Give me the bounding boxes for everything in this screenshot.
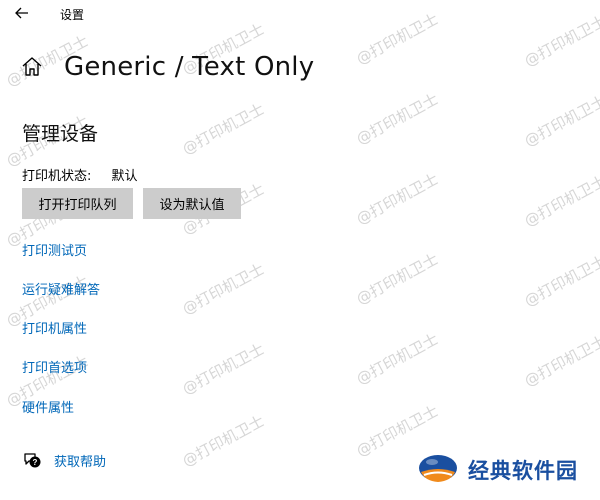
watermark-text: @打印机卫士 xyxy=(353,169,442,229)
watermark-text: @打印机卫士 xyxy=(179,259,268,319)
logo-mark-icon xyxy=(419,455,457,482)
watermark-text: @打印机卫士 xyxy=(353,89,442,149)
watermark-text: @打印机卫士 xyxy=(179,339,268,399)
watermark-text: @打印机卫士 xyxy=(521,171,600,231)
home-icon[interactable] xyxy=(20,55,44,79)
get-help-link[interactable]: 获取帮助 xyxy=(54,451,106,470)
page-header: Generic / Text Only xyxy=(20,52,314,82)
printer-properties-link[interactable]: 打印机属性 xyxy=(22,318,87,337)
back-button[interactable] xyxy=(10,2,34,24)
set-default-button[interactable]: 设为默认值 xyxy=(143,188,241,219)
back-arrow-icon xyxy=(15,7,28,19)
section-title: 管理设备 xyxy=(22,123,99,145)
open-print-queue-button[interactable]: 打开打印队列 xyxy=(22,188,133,219)
watermark-text: @打印机卫士 xyxy=(521,91,600,151)
watermark-text: @打印机卫士 xyxy=(353,249,442,309)
status-value: 默认 xyxy=(111,169,138,184)
watermark-text: @打印机卫士 xyxy=(353,329,442,389)
print-test-page-link[interactable]: 打印测试页 xyxy=(22,240,87,259)
watermark-text: @打印机卫士 xyxy=(521,251,600,311)
hardware-properties-link[interactable]: 硬件属性 xyxy=(22,397,74,416)
site-logo: 经典软件园 xyxy=(416,448,578,492)
logo-text: 经典软件园 xyxy=(468,459,578,483)
title-bar: 设置 xyxy=(0,0,600,28)
page-title: Generic / Text Only xyxy=(64,52,315,82)
status-label: 打印机状态: xyxy=(22,169,92,184)
svg-text:?: ? xyxy=(33,458,38,467)
run-troubleshooter-link[interactable]: 运行疑难解答 xyxy=(22,279,100,298)
help-row: ? 获取帮助 xyxy=(22,450,106,470)
watermark-text: @打印机卫士 xyxy=(521,331,600,391)
watermark-text: @打印机卫士 xyxy=(179,411,268,471)
help-chat-icon: ? xyxy=(24,453,41,468)
printer-status: 打印机状态: 默认 xyxy=(22,165,138,184)
printing-preferences-link[interactable]: 打印首选项 xyxy=(22,357,87,376)
window-title: 设置 xyxy=(60,8,85,22)
watermark-text: @打印机卫士 xyxy=(179,99,268,159)
action-buttons: 打开打印队列 设为默认值 xyxy=(22,188,241,219)
